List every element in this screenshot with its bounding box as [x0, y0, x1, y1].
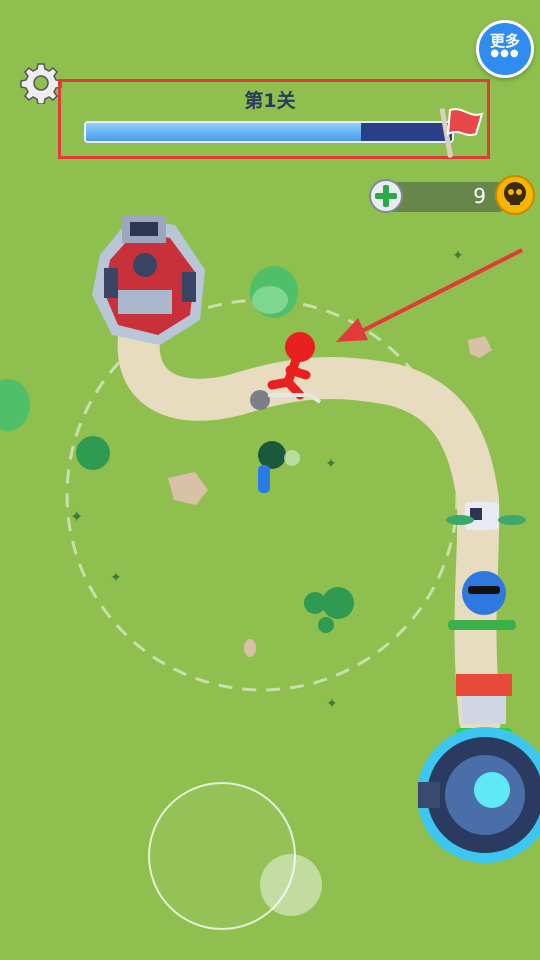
- gear-icon[interactable]: [20, 62, 62, 104]
- coin-count: 9: [473, 184, 486, 208]
- rock: [244, 639, 256, 657]
- add-icon[interactable]: [368, 178, 404, 214]
- bush: [322, 587, 354, 619]
- joystick-knob[interactable]: [260, 854, 322, 916]
- level-title: 第1关: [244, 90, 296, 112]
- flag-icon: [439, 108, 484, 158]
- bush: [76, 436, 110, 470]
- player-base: [417, 727, 540, 863]
- grass: ✦: [326, 696, 338, 712]
- grass: ✦: [110, 570, 122, 586]
- enemy-path: [117, 309, 501, 741]
- tutorial-arrow: [336, 248, 523, 342]
- grass: ✦: [325, 456, 337, 472]
- rock: [168, 472, 208, 505]
- more-button-label: 更多: [489, 32, 520, 50]
- tree: [250, 266, 298, 318]
- tree: [0, 379, 30, 431]
- grass: ✦: [452, 248, 464, 264]
- enemy-base: [92, 215, 205, 345]
- grass: ✦: [70, 507, 83, 526]
- level-progress-fill: [86, 123, 361, 141]
- more-button-dots: ●●●: [490, 48, 520, 59]
- level-progress-bar: [84, 121, 454, 143]
- skull-icon: [495, 175, 535, 215]
- rock: [468, 336, 492, 358]
- more-button[interactable]: 更多 ●●●: [476, 20, 534, 78]
- bush: [318, 617, 334, 633]
- blue-player-character: [258, 441, 300, 493]
